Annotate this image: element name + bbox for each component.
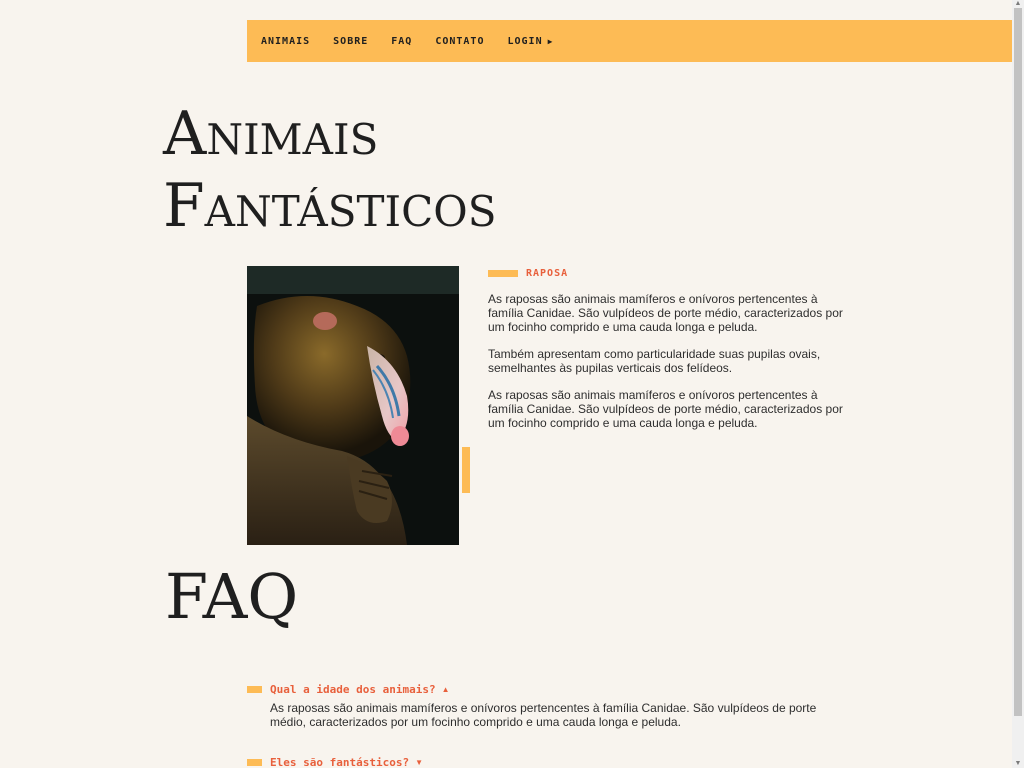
faq-item-2: Eles são fantásticos? ▼: [247, 756, 817, 768]
scrollbar-thumb[interactable]: [1014, 8, 1022, 716]
animal-name: RAPOSA: [526, 268, 569, 279]
scroll-down-icon[interactable]: ▼: [1014, 760, 1022, 768]
page: ANIMAIS SOBRE FAQ CONTATO LOGIN ▶ Animai…: [0, 0, 1024, 768]
scrollbar[interactable]: ▲ ▼: [1012, 0, 1024, 768]
faq-answer-1: As raposas são animais mamíferos e onívo…: [270, 701, 817, 729]
scroll-up-icon[interactable]: ▲: [1014, 0, 1022, 8]
animal-paragraph-2: Também apresentam como particularidade s…: [488, 347, 821, 375]
animal-paragraph-3: As raposas são animais mamíferos e onívo…: [488, 388, 843, 430]
faq-question-1[interactable]: Qual a idade dos animais? ▲: [247, 683, 817, 696]
animal-info-header: RAPOSA: [488, 268, 843, 279]
faq-question-text: Eles são fantásticos?: [270, 756, 410, 768]
page-title-line-2: Fantásticos: [163, 171, 497, 241]
nav-login-label: LOGIN: [507, 35, 543, 47]
nav-faq-link[interactable]: FAQ: [391, 36, 412, 47]
mandrill-photo: [247, 266, 459, 545]
accent-bar: [488, 270, 518, 277]
animal-info: RAPOSA As raposas são animais mamíferos …: [488, 268, 843, 443]
accent-bar: [247, 686, 262, 693]
nav-contato-link[interactable]: CONTATO: [435, 36, 484, 47]
faq-title: FAQ: [165, 560, 299, 633]
page-title: Animais Fantásticos: [163, 98, 496, 242]
chevron-down-icon: ▼: [415, 758, 423, 767]
nav-login-link[interactable]: LOGIN ▶: [507, 36, 553, 47]
nav-animais-link[interactable]: ANIMAIS: [261, 36, 310, 47]
faq-question-text: Qual a idade dos animais?: [270, 683, 436, 696]
nav-sobre-link[interactable]: SOBRE: [333, 36, 368, 47]
caret-right-icon: ▶: [547, 36, 554, 46]
chevron-up-icon: ▲: [441, 685, 450, 694]
faq-question-2[interactable]: Eles são fantásticos? ▼: [247, 756, 817, 768]
accent-bar: [247, 759, 262, 766]
animal-paragraph-1: As raposas são animais mamíferos e onívo…: [488, 292, 843, 334]
top-nav: ANIMAIS SOBRE FAQ CONTATO LOGIN ▶: [247, 20, 1012, 62]
page-title-line-1: Animais: [163, 99, 379, 169]
photo-accent-bar: [462, 447, 470, 493]
faq-item-1: Qual a idade dos animais? ▲ As raposas s…: [247, 683, 817, 729]
